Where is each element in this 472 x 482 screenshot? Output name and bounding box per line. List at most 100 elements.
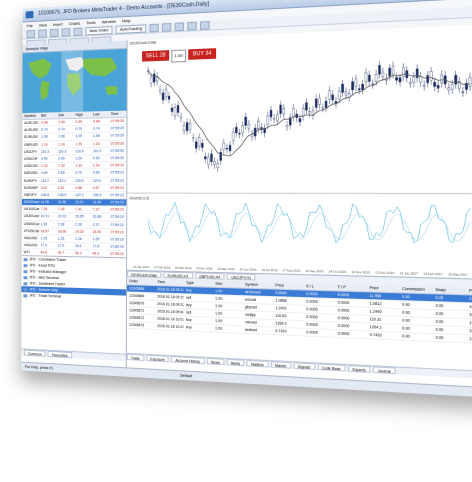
market-watch-cell: 0.69 xyxy=(58,171,65,176)
zoom-out-icon[interactable] xyxy=(199,20,210,30)
terminal-tab[interactable]: Experts xyxy=(347,365,371,373)
terminal-column-header[interactable]: Profit xyxy=(467,287,472,295)
oscillator-main-line xyxy=(148,202,471,246)
chart-tab[interactable]: USDJPY,H1 xyxy=(226,273,256,281)
market-watch-icon[interactable] xyxy=(49,28,59,37)
candle-body xyxy=(238,133,240,134)
terminal-column-header[interactable]: Symbol xyxy=(243,281,273,288)
col-time[interactable]: Time xyxy=(109,111,127,118)
autotrading-button[interactable]: AutoTrading xyxy=(115,23,147,34)
col-bid[interactable]: Bid xyxy=(39,112,56,118)
terminal-icon[interactable] xyxy=(73,26,83,36)
session-map[interactable] xyxy=(22,48,127,114)
terminal-tab[interactable]: Alerts xyxy=(226,358,245,367)
market-watch-cell: EURJPY xyxy=(23,178,37,183)
candle-body xyxy=(201,143,203,148)
terminal-cell: 1.00 xyxy=(215,296,223,301)
terminal-cell: 0.0000 xyxy=(306,322,318,328)
chart-tab[interactable]: DE30Cash,Daily xyxy=(127,270,162,278)
candle-body xyxy=(409,82,411,83)
market-watch-cell: 0.99 xyxy=(75,119,83,125)
expert-advisor-icon xyxy=(23,275,28,279)
col-high[interactable]: High xyxy=(74,111,91,118)
terminal-tab[interactable]: News xyxy=(206,357,225,366)
market-watch-row[interactable]: EURJPY 119.2 119.2 119.6 119.0 07:59:20 xyxy=(22,177,127,185)
terminal-tab[interactable]: Trade xyxy=(126,353,144,361)
terminal-column-header[interactable]: Size xyxy=(213,280,243,287)
candle-chart-icon[interactable] xyxy=(161,22,172,32)
menu-window[interactable]: Window xyxy=(102,18,116,26)
terminal-column-header[interactable]: S / L xyxy=(304,283,335,290)
col-ask[interactable]: Ask xyxy=(56,112,73,118)
menu-insert[interactable]: Insert xyxy=(53,20,63,28)
candle-body xyxy=(455,75,457,84)
candle-body xyxy=(286,125,288,127)
candle-body xyxy=(168,96,170,99)
tab-common[interactable]: Common xyxy=(24,349,46,357)
expert-advisor-icon xyxy=(23,257,28,261)
chart-window[interactable]: DE30Cash,Daily SELL 28 1.00 BUY 34 Stoch… xyxy=(127,23,472,281)
terminal-column-header[interactable]: Time xyxy=(155,279,184,286)
market-watch-cell: 110.6 xyxy=(75,149,84,154)
menu-view[interactable]: View xyxy=(39,21,47,28)
candle-body xyxy=(248,124,250,128)
terminal-column-header[interactable]: Swap xyxy=(433,286,467,294)
navigator-list: JFD - Correlation Trader JFD - Excel RTD J… xyxy=(21,256,126,302)
profiles-icon[interactable] xyxy=(38,28,47,38)
terminal-tab[interactable]: Market xyxy=(270,361,291,369)
terminal-column-header[interactable]: T / P xyxy=(335,284,367,292)
terminal-column-header[interactable]: Commission xyxy=(400,286,433,294)
market-watch-cell: 1.25 xyxy=(57,236,65,241)
terminal-tab[interactable]: Journal xyxy=(372,366,396,375)
bar-chart-icon[interactable] xyxy=(149,23,159,32)
candle-body xyxy=(420,76,422,82)
market-watch-row[interactable]: EURGBP 0.87 0.87 0.88 0.87 07:59:20 xyxy=(21,184,127,192)
candle-body xyxy=(223,143,225,150)
date-label: 20 Apr 2016 xyxy=(196,266,213,271)
candle-body xyxy=(427,75,429,82)
new-chart-icon[interactable] xyxy=(26,29,36,38)
candle-body xyxy=(338,91,340,99)
menu-charts[interactable]: Charts xyxy=(69,19,81,27)
terminal-column-header[interactable]: Price xyxy=(273,282,304,289)
tab-favourites[interactable]: Favourites xyxy=(47,350,72,359)
terminal-cell: 0.00 xyxy=(402,310,410,316)
terminal-cell: 39.00 xyxy=(469,312,472,318)
chart-tab[interactable]: EURUSD,H1 xyxy=(163,271,193,279)
line-chart-icon[interactable] xyxy=(174,21,185,31)
new-order-button[interactable]: New Order xyxy=(85,25,113,35)
candle-body xyxy=(462,92,464,93)
terminal-tab[interactable]: Signals xyxy=(293,362,315,370)
col-symbol[interactable]: Symbol xyxy=(22,113,39,119)
menu-file[interactable]: File xyxy=(27,22,33,29)
candle-body xyxy=(434,82,436,86)
terminal-tab[interactable]: Exposure xyxy=(145,354,170,363)
terminal-column-header[interactable]: Price xyxy=(367,285,400,293)
terminal-cell: audusd xyxy=(245,327,258,333)
candle-body xyxy=(177,105,179,112)
terminal-tab[interactable]: Account History xyxy=(171,356,205,365)
chart-tab[interactable]: GBPUSD,H4 xyxy=(194,272,225,280)
market-watch-cell: 1.25 xyxy=(92,237,100,242)
date-label: 13 Feb 2017 xyxy=(423,271,443,277)
menu-help[interactable]: Help xyxy=(122,17,130,25)
candle-body xyxy=(355,79,357,86)
market-watch-cell: 0.74 xyxy=(92,126,100,131)
date-label: 14 Oct 2016 xyxy=(328,269,347,275)
navigator-icon[interactable] xyxy=(61,27,71,37)
terminal-tab[interactable]: Mailbox xyxy=(246,359,269,368)
candle-body xyxy=(372,84,374,85)
menu-tools[interactable]: Tools xyxy=(86,19,95,27)
terminal-cell: 11.956 xyxy=(369,293,382,299)
terminal-column-header[interactable]: Order xyxy=(127,278,155,285)
zoom-in-icon[interactable] xyxy=(187,21,197,31)
market-watch-cell: 07:59:20 xyxy=(110,141,125,146)
candle-body xyxy=(365,73,367,82)
col-low[interactable]: Low xyxy=(91,111,109,118)
terminal-column-header[interactable]: Type xyxy=(184,280,213,287)
candle-body xyxy=(171,108,173,112)
terminal-tab[interactable]: Code Base xyxy=(317,363,346,372)
market-watch-cell: 119.0 xyxy=(92,178,102,183)
market-watch-cell: 2.37 xyxy=(92,222,100,227)
terminal-cell: 2016.01.18 10:02 xyxy=(157,316,184,322)
